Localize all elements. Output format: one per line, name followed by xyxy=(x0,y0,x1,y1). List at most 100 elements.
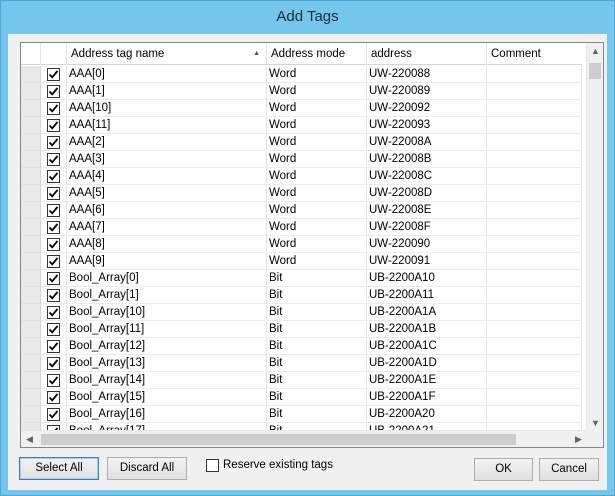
row-header[interactable] xyxy=(21,202,41,219)
table-row[interactable]: AAA[6] Word UW-22008E xyxy=(21,202,582,219)
row-checkbox[interactable] xyxy=(47,323,60,336)
cell-address-mode[interactable]: Bit xyxy=(267,372,367,389)
cell-address-mode[interactable]: Bit xyxy=(267,304,367,321)
cell-comment[interactable] xyxy=(487,372,582,389)
row-checkbox[interactable] xyxy=(47,85,60,98)
cell-tag-name[interactable]: Bool_Array[14] xyxy=(67,372,267,389)
table-row[interactable]: Bool_Array[12] Bit UB-2200A1C xyxy=(21,338,582,355)
vertical-scroll-thumb[interactable] xyxy=(589,63,601,79)
cell-comment[interactable] xyxy=(487,151,582,168)
discard-all-button[interactable]: Discard All xyxy=(107,457,187,480)
cell-tag-name[interactable]: AAA[11] xyxy=(67,117,267,134)
row-header[interactable] xyxy=(21,253,41,270)
table-row[interactable]: Bool_Array[16] Bit UB-2200A20 xyxy=(21,406,582,423)
row-header[interactable] xyxy=(21,372,41,389)
table-row[interactable]: AAA[0] Word UW-220088 xyxy=(21,66,582,83)
cell-address[interactable]: UW-22008B xyxy=(367,151,487,168)
cell-tag-name[interactable]: Bool_Array[16] xyxy=(67,406,267,423)
cell-address-mode[interactable]: Word xyxy=(267,134,367,151)
cell-tag-name[interactable]: AAA[10] xyxy=(67,100,267,117)
cell-tag-name[interactable]: Bool_Array[12] xyxy=(67,338,267,355)
table-row[interactable]: Bool_Array[0] Bit UB-2200A10 xyxy=(21,270,582,287)
cell-comment[interactable] xyxy=(487,219,582,236)
column-header-name[interactable]: Address tag name ▲ xyxy=(67,43,267,65)
row-header[interactable] xyxy=(21,338,41,355)
row-header[interactable] xyxy=(21,321,41,338)
table-row[interactable]: AAA[5] Word UW-22008D xyxy=(21,185,582,202)
cell-tag-name[interactable]: AAA[2] xyxy=(67,134,267,151)
cancel-button[interactable]: Cancel xyxy=(539,458,599,481)
table-row[interactable]: AAA[3] Word UW-22008B xyxy=(21,151,582,168)
cell-address[interactable]: UW-220091 xyxy=(367,253,487,270)
row-checkbox[interactable] xyxy=(47,204,60,217)
cell-comment[interactable] xyxy=(487,185,582,202)
table-row[interactable]: AAA[9] Word UW-220091 xyxy=(21,253,582,270)
cell-address-mode[interactable]: Word xyxy=(267,236,367,253)
row-header[interactable] xyxy=(21,389,41,406)
table-row[interactable]: Bool_Array[11] Bit UB-2200A1B xyxy=(21,321,582,338)
row-checkbox[interactable] xyxy=(47,153,60,166)
cell-address-mode[interactable]: Word xyxy=(267,253,367,270)
row-checkbox[interactable] xyxy=(47,340,60,353)
cell-address[interactable]: UB-2200A1B xyxy=(367,321,487,338)
reserve-existing-box[interactable] xyxy=(206,459,219,472)
row-header[interactable] xyxy=(21,236,41,253)
cell-comment[interactable] xyxy=(487,134,582,151)
cell-address-mode[interactable]: Bit xyxy=(267,406,367,423)
cell-tag-name[interactable]: Bool_Array[1] xyxy=(67,287,267,304)
cell-address-mode[interactable]: Bit xyxy=(267,355,367,372)
row-checkbox[interactable] xyxy=(47,391,60,404)
cell-address[interactable]: UW-22008A xyxy=(367,134,487,151)
cell-address-mode[interactable]: Word xyxy=(267,117,367,134)
row-header[interactable] xyxy=(21,270,41,287)
row-checkbox[interactable] xyxy=(47,289,60,302)
row-checkbox[interactable] xyxy=(47,272,60,285)
cell-address-mode[interactable]: Bit xyxy=(267,338,367,355)
row-header[interactable] xyxy=(21,219,41,236)
table-row[interactable]: AAA[10] Word UW-220092 xyxy=(21,100,582,117)
cell-address[interactable]: UB-2200A11 xyxy=(367,287,487,304)
cell-comment[interactable] xyxy=(487,338,582,355)
column-header-mode[interactable]: Address mode xyxy=(267,43,367,65)
cell-tag-name[interactable]: AAA[9] xyxy=(67,253,267,270)
reserve-existing-label[interactable]: Reserve existing tags xyxy=(223,459,333,472)
cell-comment[interactable] xyxy=(487,66,582,83)
cell-address-mode[interactable]: Bit xyxy=(267,287,367,304)
cell-address[interactable]: UW-220090 xyxy=(367,236,487,253)
cell-address-mode[interactable]: Word xyxy=(267,83,367,100)
cell-tag-name[interactable]: AAA[6] xyxy=(67,202,267,219)
cell-tag-name[interactable]: Bool_Array[11] xyxy=(67,321,267,338)
cell-comment[interactable] xyxy=(487,270,582,287)
row-checkbox[interactable] xyxy=(47,68,60,81)
table-row[interactable]: Bool_Array[14] Bit UB-2200A1E xyxy=(21,372,582,389)
row-checkbox[interactable] xyxy=(47,136,60,149)
cell-address-mode[interactable]: Word xyxy=(267,66,367,83)
chevron-left-icon[interactable]: ◀ xyxy=(21,431,38,447)
cell-comment[interactable] xyxy=(487,406,582,423)
cell-address[interactable]: UW-220088 xyxy=(367,66,487,83)
table-row[interactable]: AAA[8] Word UW-220090 xyxy=(21,236,582,253)
table-row[interactable]: Bool_Array[1] Bit UB-2200A11 xyxy=(21,287,582,304)
cell-tag-name[interactable]: Bool_Array[10] xyxy=(67,304,267,321)
column-header-address[interactable]: address xyxy=(367,43,487,65)
cell-tag-name[interactable]: Bool_Array[15] xyxy=(67,389,267,406)
row-checkbox[interactable] xyxy=(47,306,60,319)
row-header[interactable] xyxy=(21,66,41,83)
cell-tag-name[interactable]: AAA[3] xyxy=(67,151,267,168)
cell-comment[interactable] xyxy=(487,202,582,219)
cell-comment[interactable] xyxy=(487,100,582,117)
cell-tag-name[interactable]: AAA[5] xyxy=(67,185,267,202)
horizontal-scroll-thumb[interactable] xyxy=(41,434,516,445)
cell-comment[interactable] xyxy=(487,236,582,253)
cell-comment[interactable] xyxy=(487,83,582,100)
cell-address[interactable]: UB-2200A1E xyxy=(367,372,487,389)
cell-tag-name[interactable]: Bool_Array[0] xyxy=(67,270,267,287)
row-header[interactable] xyxy=(21,185,41,202)
row-checkbox[interactable] xyxy=(47,357,60,370)
row-checkbox[interactable] xyxy=(47,119,60,132)
cell-comment[interactable] xyxy=(487,304,582,321)
row-header[interactable] xyxy=(21,117,41,134)
cell-comment[interactable] xyxy=(487,287,582,304)
cell-address[interactable]: UW-220093 xyxy=(367,117,487,134)
cell-address[interactable]: UB-2200A1D xyxy=(367,355,487,372)
